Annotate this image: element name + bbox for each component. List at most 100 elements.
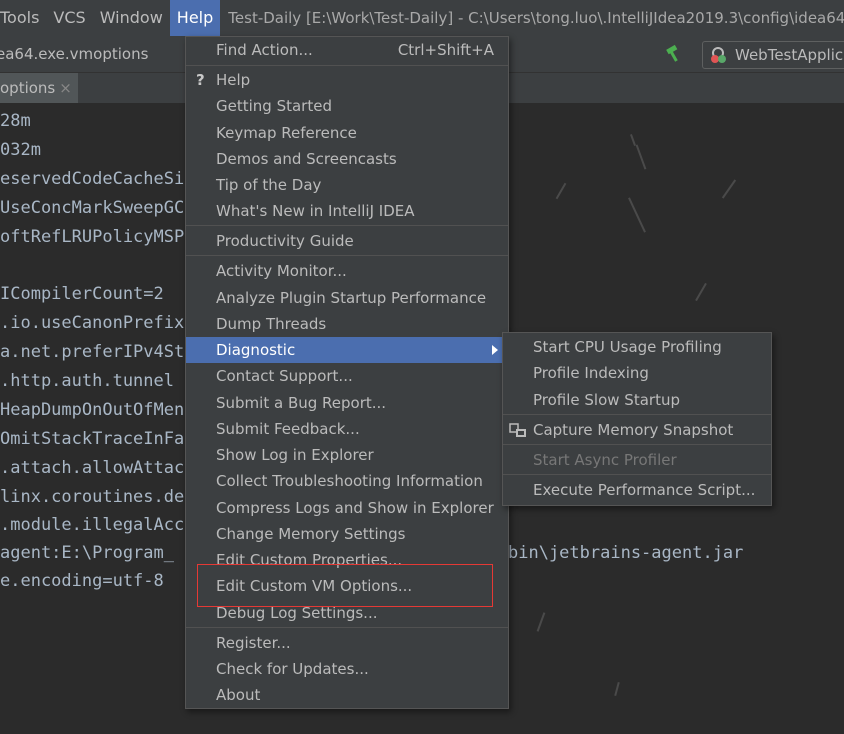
code-line: e.encoding=utf-8 (0, 571, 164, 591)
menu-item-diagnostic[interactable]: Diagnostic (186, 337, 508, 363)
activity-monitor-label: Activity Monitor... (216, 262, 347, 280)
code-line: 28m (0, 111, 31, 131)
compress-logs-label: Compress Logs and Show in Explorer (216, 499, 494, 517)
highlight-annotation-box (197, 564, 493, 607)
tip-of-day-label: Tip of the Day (216, 176, 322, 194)
code-line: UseConcMarkSweepGC (0, 198, 185, 218)
contact-support-label: Contact Support... (216, 367, 353, 385)
submit-bug-label: Submit a Bug Report... (216, 394, 387, 412)
execute-perf-label: Execute Performance Script... (533, 481, 756, 499)
analyze-plugin-label: Analyze Plugin Startup Performance (216, 289, 487, 307)
main-menubar: Tools VCS Window Help Test-Daily [E:\Wor… (0, 0, 844, 36)
register-label: Register... (216, 634, 291, 652)
menu-item-start-async: Start Async Profiler (503, 447, 771, 473)
menu-item-show-log[interactable]: Show Log in Explorer (186, 442, 508, 468)
menu-item-contact-support[interactable]: Contact Support... (186, 363, 508, 389)
menu-item-change-memory[interactable]: Change Memory Settings (186, 521, 508, 547)
code-line: a.net.preferIPv4St (0, 342, 185, 362)
menu-item-compress-logs[interactable]: Compress Logs and Show in Explorer (186, 495, 508, 521)
tab-vmoptions[interactable]: options × (0, 73, 78, 103)
menu-item-whats-new[interactable]: What's New in IntelliJ IDEA (186, 198, 508, 224)
submenu-arrow-icon (492, 345, 498, 355)
start-async-label: Start Async Profiler (533, 451, 677, 469)
demos-label: Demos and Screencasts (216, 150, 397, 168)
collect-troubleshooting-label: Collect Troubleshooting Information (216, 472, 483, 490)
tab-label: options (0, 79, 56, 97)
submit-feedback-label: Submit Feedback... (216, 420, 360, 438)
code-line: linx.coroutines.de (0, 487, 185, 507)
menu-separator (503, 474, 771, 475)
memory-snapshot-icon (509, 423, 526, 437)
diagnostic-label: Diagnostic (216, 341, 296, 359)
menu-item-analyze-plugin[interactable]: Analyze Plugin Startup Performance (186, 285, 508, 311)
code-line: agent:E:\Program_ (0, 543, 174, 563)
diagnostic-submenu: Start CPU Usage Profiling Profile Indexi… (502, 332, 772, 506)
code-line: HeapDumpOnOutOfMen (0, 400, 185, 420)
menu-item-tip-of-day[interactable]: Tip of the Day (186, 172, 508, 198)
menu-item-profile-indexing[interactable]: Profile Indexing (503, 360, 771, 386)
menu-item-demos[interactable]: Demos and Screencasts (186, 146, 508, 172)
menu-window[interactable]: Window (93, 0, 170, 36)
menu-help[interactable]: Help (169, 0, 221, 36)
menu-item-find-action[interactable]: Find Action... Ctrl+Shift+A (186, 37, 508, 63)
whats-new-label: What's New in IntelliJ IDEA (216, 202, 415, 220)
menu-item-dump-threads[interactable]: Dump Threads (186, 311, 508, 337)
menu-item-execute-perf[interactable]: Execute Performance Script... (503, 477, 771, 503)
menu-item-activity-monitor[interactable]: Activity Monitor... (186, 258, 508, 284)
change-memory-label: Change Memory Settings (216, 525, 406, 543)
menu-item-collect-troubleshooting[interactable]: Collect Troubleshooting Information (186, 468, 508, 494)
find-action-shortcut: Ctrl+Shift+A (397, 41, 494, 59)
capture-memory-label: Capture Memory Snapshot (533, 421, 734, 439)
menu-item-about[interactable]: About (186, 682, 508, 708)
menu-item-profile-slow-startup[interactable]: Profile Slow Startup (503, 387, 771, 413)
menu-item-getting-started[interactable]: Getting Started (186, 93, 508, 119)
code-line: 032m (0, 140, 41, 160)
code-line: .io.useCanonPrefix (0, 313, 185, 333)
menu-item-capture-memory[interactable]: Capture Memory Snapshot (503, 417, 771, 443)
background-stroke (628, 197, 646, 233)
profile-slow-startup-label: Profile Slow Startup (533, 391, 680, 409)
tab-close-icon[interactable]: × (59, 79, 72, 97)
about-label: About (216, 686, 261, 704)
background-stroke (630, 134, 636, 146)
code-line: OmitStackTraceInFa (0, 429, 185, 449)
menu-tools[interactable]: Tools (0, 0, 46, 36)
productivity-guide-label: Productivity Guide (216, 232, 354, 250)
breadcrumb-file[interactable]: ea64.exe.vmoptions (0, 36, 148, 72)
menu-item-help[interactable]: ? Help (186, 67, 508, 93)
dump-threads-label: Dump Threads (216, 315, 327, 333)
background-stroke (721, 179, 737, 199)
help-menu: Find Action... Ctrl+Shift+A ? Help Getti… (185, 36, 509, 709)
background-stroke (635, 144, 647, 170)
code-line: eservedCodeCacheSi (0, 169, 185, 189)
code-line: .http.auth.tunnel (0, 371, 174, 391)
menu-item-productivity-guide[interactable]: Productivity Guide (186, 228, 508, 254)
background-stroke (536, 612, 546, 632)
menu-vcs[interactable]: VCS (46, 0, 92, 36)
help-label: Help (216, 71, 251, 89)
menu-separator (186, 65, 508, 66)
profile-indexing-label: Profile Indexing (533, 364, 649, 382)
code-line: ICompilerCount=2 (0, 284, 164, 304)
find-action-label: Find Action... (216, 41, 313, 59)
menu-separator (186, 255, 508, 256)
window-title: Test-Daily [E:\Work\Test-Daily] - C:\Use… (228, 9, 844, 27)
background-stroke (614, 681, 620, 697)
menu-separator (186, 225, 508, 226)
code-line: .attach.allowAttac (0, 458, 185, 478)
menu-separator (503, 414, 771, 415)
run-config-icon (711, 47, 726, 63)
background-stroke (555, 182, 567, 200)
menu-item-check-updates[interactable]: Check for Updates... (186, 656, 508, 682)
show-log-label: Show Log in Explorer (216, 446, 374, 464)
run-configuration-selector[interactable]: WebTestApplic (702, 41, 844, 69)
help-question-icon: ? (196, 71, 205, 89)
build-hammer-icon[interactable] (664, 44, 684, 64)
menu-item-start-cpu[interactable]: Start CPU Usage Profiling (503, 334, 771, 360)
menu-item-submit-bug[interactable]: Submit a Bug Report... (186, 390, 508, 416)
menu-item-keymap-reference[interactable]: Keymap Reference (186, 120, 508, 146)
code-line: .module.illegalAcc (0, 515, 185, 535)
menu-item-submit-feedback[interactable]: Submit Feedback... (186, 416, 508, 442)
menu-item-register[interactable]: Register... (186, 630, 508, 656)
menu-separator (186, 627, 508, 628)
